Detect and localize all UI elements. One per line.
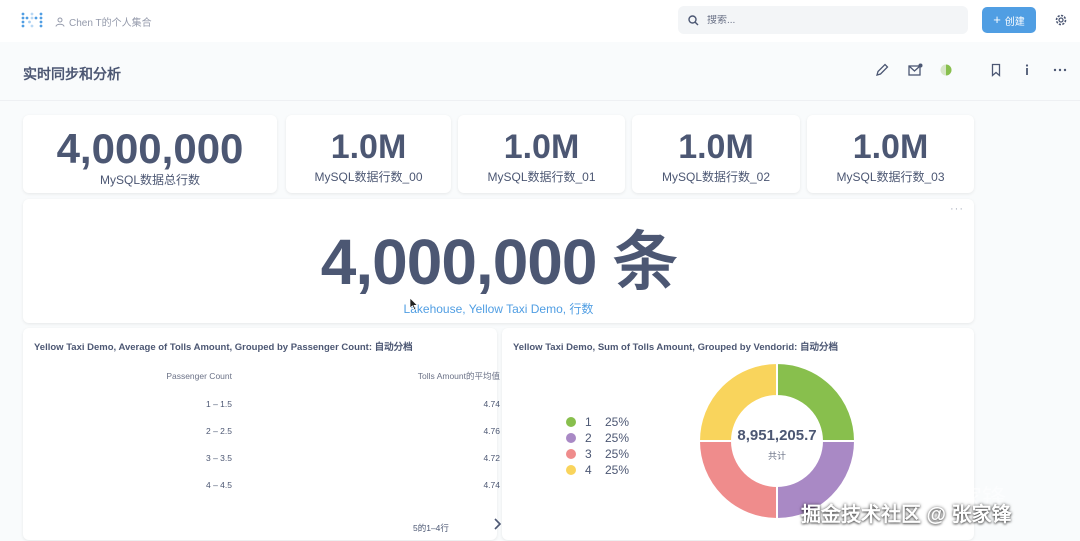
table-cell[interactable]: 4.74 xyxy=(234,471,500,498)
table-header-row: Passenger Count Tolls Amount的平均值 xyxy=(34,362,500,390)
subscription-icon[interactable] xyxy=(907,62,923,78)
legend-dot-icon xyxy=(566,433,576,443)
donut-total-value: 8,951,205.7 xyxy=(737,427,817,444)
pagination-label: 5的1–4行 xyxy=(413,523,449,533)
table-cell[interactable]: 4 – 4.5 xyxy=(34,471,234,498)
legend-dot-icon xyxy=(566,465,576,475)
legend-item[interactable]: 3 25% xyxy=(566,446,629,462)
scalar-card-total[interactable]: 4,000,000 MySQL数据总行数 xyxy=(23,115,277,193)
legend-percent: 25% xyxy=(605,447,630,461)
scalar-label: MySQL数据行数_03 xyxy=(836,170,945,184)
scalar-value: 4,000,000 xyxy=(56,125,244,172)
scalar-label: MySQL数据总行数 xyxy=(99,173,200,187)
legend-item[interactable]: 4 25% xyxy=(566,462,629,478)
table-cell[interactable]: 3 – 3.5 xyxy=(34,444,234,471)
table-cell[interactable]: 4.74 xyxy=(234,390,500,417)
metabase-logo-icon[interactable] xyxy=(21,12,43,28)
scalar-label: MySQL数据行数_02 xyxy=(661,170,771,184)
table-row: 4 – 4.5 4.74 xyxy=(34,471,500,498)
search-icon xyxy=(688,14,699,25)
info-icon[interactable] xyxy=(1019,62,1035,78)
table-row: 3 – 3.5 4.72 xyxy=(34,444,500,471)
scalar-value: 1.0M xyxy=(330,128,407,166)
legend-label: 2 xyxy=(585,431,592,445)
bookmark-icon[interactable] xyxy=(988,62,1004,78)
row-count-card[interactable]: ··· 4,000,000 条 Lakehouse, Yellow Taxi D… xyxy=(23,199,974,323)
column-header[interactable]: Tolls Amount的平均值 xyxy=(234,362,500,390)
data-table: Passenger Count Tolls Amount的平均值 1 – 1.5… xyxy=(34,362,500,498)
scalar-card-03[interactable]: 1.0M MySQL数据行数_03 xyxy=(807,115,974,193)
legend-item[interactable]: 2 25% xyxy=(566,430,629,446)
chart-legend: 1 25% 2 25% 3 25% 4 25% xyxy=(566,414,629,478)
table-cell[interactable]: 1 – 1.5 xyxy=(34,390,234,417)
big-number-link[interactable]: Lakehouse, Yellow Taxi Demo, 行数 xyxy=(23,300,974,317)
table-row: 2 – 2.5 4.76 xyxy=(34,417,500,444)
create-button-label: 创建 xyxy=(1004,16,1025,28)
breadcrumb-label: Chen T的个人集合 xyxy=(69,18,152,29)
table-cell[interactable]: 4.76 xyxy=(234,417,500,444)
legend-label: 1 xyxy=(585,415,592,429)
page-title: 实时同步和分析 xyxy=(23,66,121,82)
card-title[interactable]: Yellow Taxi Demo, Average of Tolls Amoun… xyxy=(34,339,413,353)
header-divider xyxy=(0,100,1080,101)
scalar-value: 1.0M xyxy=(678,128,754,166)
more-options-icon[interactable] xyxy=(1052,62,1068,78)
scalar-card-01[interactable]: 1.0M MySQL数据行数_01 xyxy=(458,115,625,193)
table-cell[interactable]: 2 – 2.5 xyxy=(34,417,234,444)
donut-total-label: 共计 xyxy=(767,451,786,461)
scalar-card-02[interactable]: 1.0M MySQL数据行数_02 xyxy=(632,115,800,193)
legend-item[interactable]: 1 25% xyxy=(566,414,629,430)
search-bar[interactable] xyxy=(678,6,968,34)
plus-icon: + xyxy=(993,12,1001,27)
scalar-label: MySQL数据行数_01 xyxy=(487,170,596,184)
edit-pencil-icon[interactable] xyxy=(874,62,890,78)
mouse-cursor-icon xyxy=(409,297,419,311)
scalar-label: MySQL数据行数_00 xyxy=(314,170,423,184)
table-row: 1 – 1.5 4.74 xyxy=(34,390,500,417)
search-input[interactable] xyxy=(707,14,947,26)
scalar-card-00[interactable]: 1.0M MySQL数据行数_00 xyxy=(286,115,451,193)
gear-icon[interactable] xyxy=(1053,12,1069,28)
legend-percent: 25% xyxy=(605,431,630,445)
caption-text: 掘金技术社区 @ 张家锋 xyxy=(801,504,1012,526)
big-number-value: 4,000,000 条 xyxy=(320,226,678,298)
create-button[interactable]: + 创建 xyxy=(982,7,1036,33)
card-title[interactable]: Yellow Taxi Demo, Sum of Tolls Amount, G… xyxy=(513,339,838,353)
legend-label: 4 xyxy=(585,463,592,477)
legend-percent: 25% xyxy=(605,415,630,429)
legend-label: 3 xyxy=(585,447,592,461)
top-navbar: Chen T的个人集合 + 创建 xyxy=(0,0,1080,42)
table-card[interactable]: Yellow Taxi Demo, Average of Tolls Amoun… xyxy=(23,328,502,540)
legend-percent: 25% xyxy=(605,463,630,477)
breadcrumb[interactable]: Chen T的个人集合 xyxy=(55,14,152,29)
scalar-value: 1.0M xyxy=(852,128,929,166)
auto-refresh-icon[interactable] xyxy=(938,62,954,78)
person-icon xyxy=(55,17,65,27)
legend-dot-icon xyxy=(566,449,576,459)
scalar-value: 1.0M xyxy=(503,128,580,166)
column-header[interactable]: Passenger Count xyxy=(34,362,234,390)
table-cell[interactable]: 4.72 xyxy=(234,444,500,471)
legend-dot-icon xyxy=(566,417,576,427)
